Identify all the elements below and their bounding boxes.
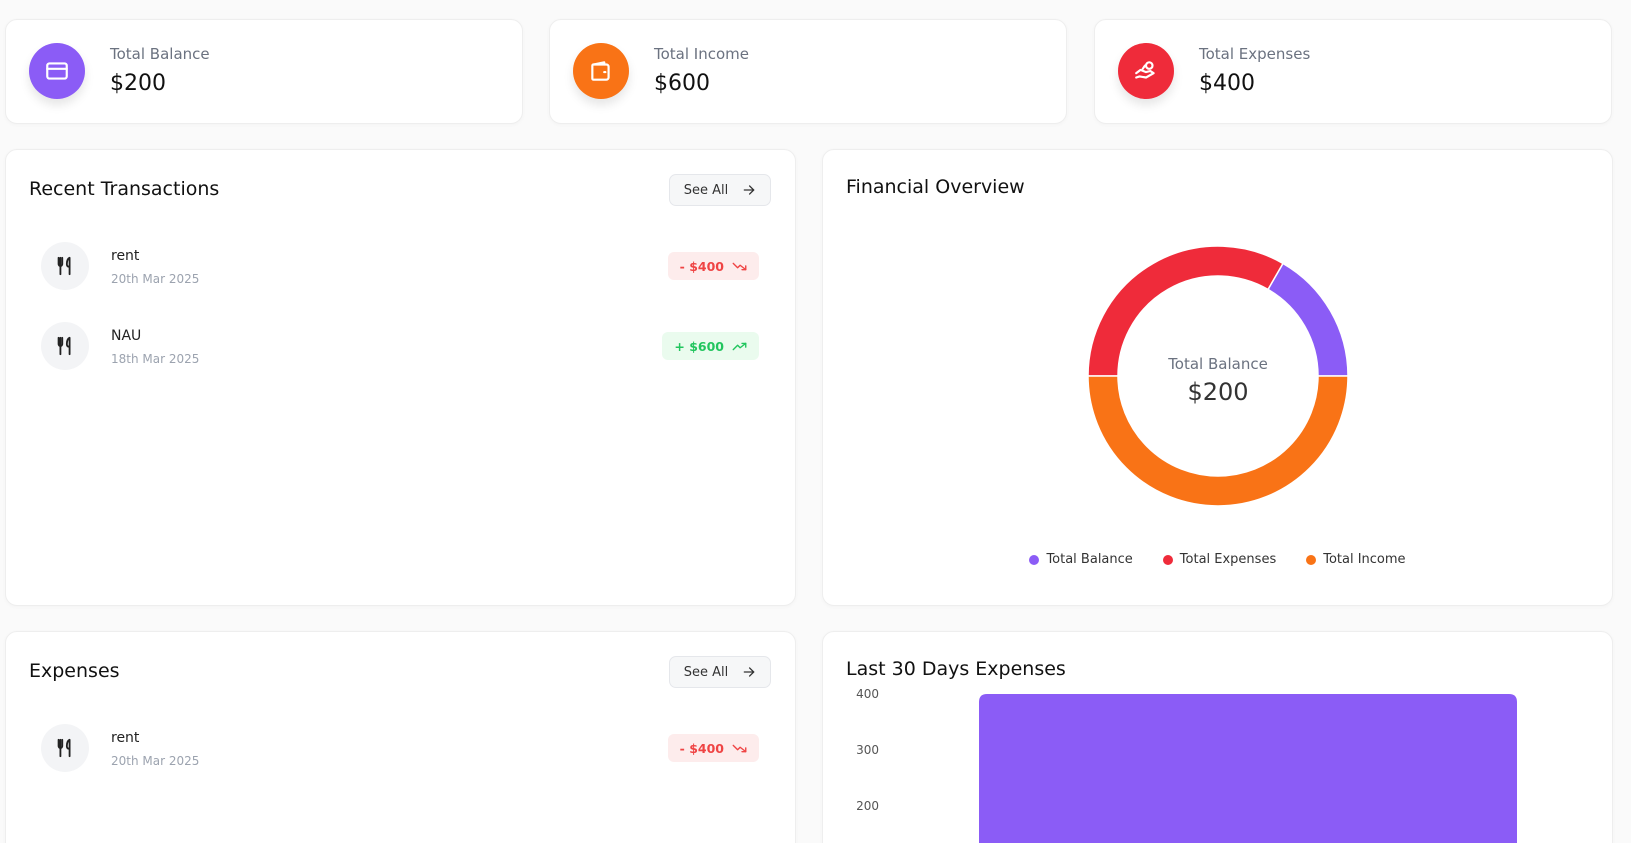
legend-label: Total Income bbox=[1323, 552, 1406, 567]
transaction-name: NAU bbox=[111, 328, 142, 344]
arrow-right-icon bbox=[743, 667, 755, 677]
legend-item-expenses: Total Expenses bbox=[1162, 552, 1277, 567]
total-income-value: $600 bbox=[654, 71, 710, 96]
total-expenses-label: Total Expenses bbox=[1199, 45, 1311, 63]
legend-dot bbox=[1306, 554, 1317, 565]
y-tick-label: 400 bbox=[856, 687, 879, 701]
donut-center-label: Total Balance bbox=[1167, 355, 1268, 373]
utensils-icon bbox=[41, 724, 89, 772]
legend-dot bbox=[1162, 554, 1173, 565]
total-income-label: Total Income bbox=[654, 45, 749, 63]
total-balance-card: Total Balance $200 bbox=[5, 19, 523, 124]
total-expenses-card: Total Expenses $400 bbox=[1094, 19, 1612, 124]
y-tick-label: 300 bbox=[856, 743, 879, 757]
expense-name: rent bbox=[111, 730, 140, 746]
trending-up-icon bbox=[732, 342, 747, 350]
total-income-card: Total Income $600 bbox=[549, 19, 1067, 124]
transaction-date: 20th Mar 2025 bbox=[111, 272, 200, 286]
expenses-card: Expenses See All rent 20th Mar 2025 - $4… bbox=[5, 631, 796, 843]
legend-label: Total Expenses bbox=[1179, 552, 1277, 567]
trending-down-icon bbox=[732, 262, 747, 270]
transaction-row[interactable]: rent 20th Mar 2025 - $400 bbox=[41, 242, 759, 292]
credit-card-icon bbox=[29, 43, 85, 99]
last-30-days-card: Last 30 Days Expenses 400 300 200 bbox=[822, 631, 1613, 843]
total-expenses-value: $400 bbox=[1199, 71, 1255, 96]
expense-row[interactable]: rent 20th Mar 2025 - $400 bbox=[41, 724, 759, 774]
legend-item-income: Total Income bbox=[1306, 552, 1406, 567]
transaction-amount: - $400 bbox=[679, 258, 724, 274]
transaction-row[interactable]: NAU 18th Mar 2025 + $600 bbox=[41, 322, 759, 372]
see-all-label: See All bbox=[683, 664, 729, 680]
transaction-amount: + $600 bbox=[674, 338, 724, 354]
see-all-label: See All bbox=[683, 182, 729, 198]
transaction-name: rent bbox=[111, 248, 140, 264]
expenses-title: Expenses bbox=[29, 660, 120, 682]
arrow-right-icon bbox=[743, 185, 755, 195]
hand-coins-icon bbox=[1118, 43, 1174, 99]
y-tick-label: 200 bbox=[856, 799, 879, 813]
legend-label: Total Balance bbox=[1046, 552, 1133, 567]
legend-item-balance: Total Balance bbox=[1029, 552, 1133, 567]
total-balance-value: $200 bbox=[110, 71, 166, 96]
utensils-icon bbox=[41, 322, 89, 370]
transaction-date: 18th Mar 2025 bbox=[111, 352, 200, 366]
transaction-amount-badge: + $600 bbox=[662, 332, 759, 360]
chart-legend: Total Balance Total Expenses Total Incom… bbox=[823, 552, 1612, 567]
expense-bar[interactable] bbox=[979, 694, 1517, 843]
expense-amount-badge: - $400 bbox=[667, 734, 759, 762]
donut-center-value: $200 bbox=[1187, 378, 1248, 406]
expenses-see-all-button[interactable]: See All bbox=[669, 656, 771, 688]
expense-amount: - $400 bbox=[679, 740, 724, 756]
financial-donut-chart: Total Balance $200 bbox=[1087, 245, 1349, 507]
recent-see-all-button[interactable]: See All bbox=[669, 174, 771, 206]
recent-transactions-card: Recent Transactions See All rent 20th Ma… bbox=[5, 149, 796, 606]
recent-transactions-title: Recent Transactions bbox=[29, 178, 220, 200]
wallet-icon bbox=[573, 43, 629, 99]
expense-date: 20th Mar 2025 bbox=[111, 754, 200, 768]
utensils-icon bbox=[41, 242, 89, 290]
last-30-days-bar-chart: 400 300 200 bbox=[856, 687, 1517, 843]
donut-slice-total-balance[interactable] bbox=[1266, 262, 1349, 377]
financial-overview-card: Financial Overview Total Balance $200 To… bbox=[822, 149, 1613, 606]
total-balance-label: Total Balance bbox=[110, 45, 210, 63]
legend-dot bbox=[1029, 554, 1040, 565]
transaction-amount-badge: - $400 bbox=[667, 252, 759, 280]
trending-down-icon bbox=[732, 744, 747, 752]
